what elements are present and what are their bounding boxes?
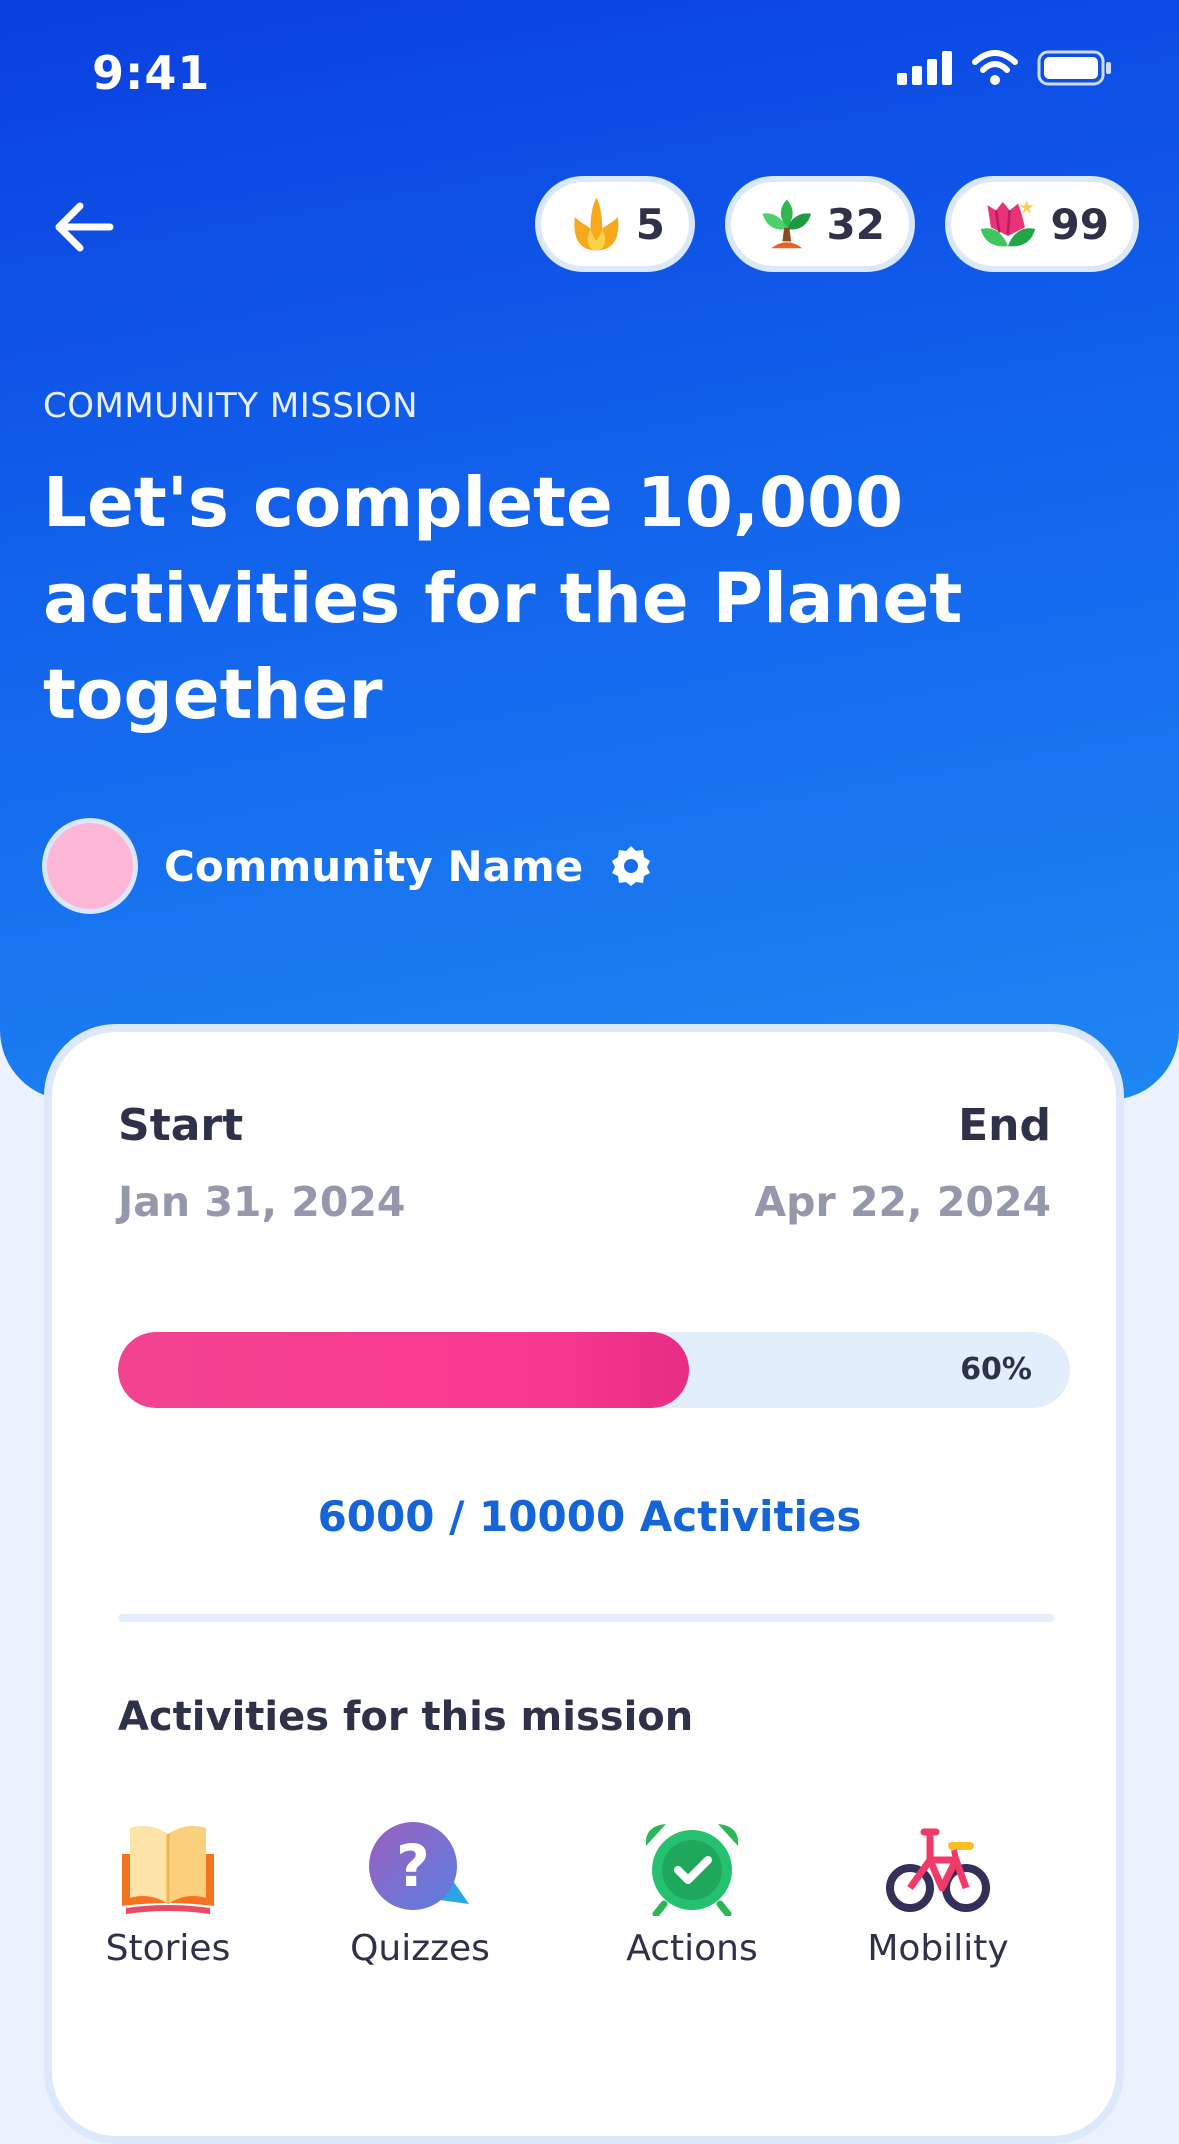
activity-actions-label: Actions: [626, 1928, 758, 1969]
status-icons: [897, 50, 1113, 86]
tree-counter[interactable]: 32: [725, 176, 915, 272]
activities-section-title: Activities for this mission: [118, 1694, 694, 1740]
activity-count: 6000 / 10000 Activities: [317, 1492, 862, 1541]
divider: [118, 1614, 1054, 1622]
community-name: Community Name: [164, 841, 584, 891]
seed-count: 5: [635, 199, 665, 249]
svg-text:?: ?: [396, 1832, 430, 1900]
currency-pills: 5 32 99: [535, 176, 1139, 272]
alarm-clock-icon: [645, 1824, 739, 1916]
status-time: 9:41: [92, 46, 211, 100]
activity-actions[interactable]: Actions: [592, 1820, 792, 1969]
mission-title: Let's complete 10,000 activities for the…: [43, 463, 963, 735]
flower-icon: [980, 200, 1036, 247]
verified-badge-icon: [612, 846, 651, 886]
wifi-icon: [972, 50, 1018, 85]
activity-quizzes[interactable]: ? Quizzes: [320, 1820, 520, 1969]
community-avatar: [42, 818, 138, 914]
question-bubble-icon: ?: [369, 1822, 469, 1910]
progress-fill: [118, 1332, 690, 1408]
bicycle-icon: [886, 1828, 990, 1912]
progress-percent: 60%: [960, 1352, 1032, 1387]
activity-mobility[interactable]: Mobility: [838, 1820, 1038, 1969]
activity-stories-label: Stories: [105, 1928, 231, 1969]
mission-eyebrow: COMMUNITY MISSION: [43, 386, 419, 426]
flower-count: 99: [1050, 199, 1109, 249]
start-label: Start: [118, 1100, 244, 1151]
tree-icon: [762, 199, 812, 249]
book-icon: [122, 1826, 214, 1914]
activity-quizzes-label: Quizzes: [350, 1928, 490, 1969]
arrow-left-icon: [55, 202, 114, 252]
end-date: Apr 22, 2024: [754, 1178, 1051, 1226]
seed-counter[interactable]: 5: [535, 176, 695, 272]
progress-bar: 60%: [118, 1332, 1070, 1408]
flower-counter[interactable]: 99: [945, 176, 1139, 272]
activity-stories[interactable]: Stories: [68, 1820, 268, 1969]
tree-count: 32: [826, 199, 885, 249]
battery-icon: [1037, 50, 1111, 86]
community-row[interactable]: Community Name: [42, 818, 653, 914]
end-label: End: [958, 1100, 1051, 1151]
cellular-signal-icon: [897, 51, 952, 85]
seed-icon: [574, 197, 619, 251]
start-date: Jan 31, 2024: [118, 1178, 406, 1226]
activity-mobility-label: Mobility: [867, 1928, 1009, 1969]
back-button[interactable]: [48, 192, 118, 262]
